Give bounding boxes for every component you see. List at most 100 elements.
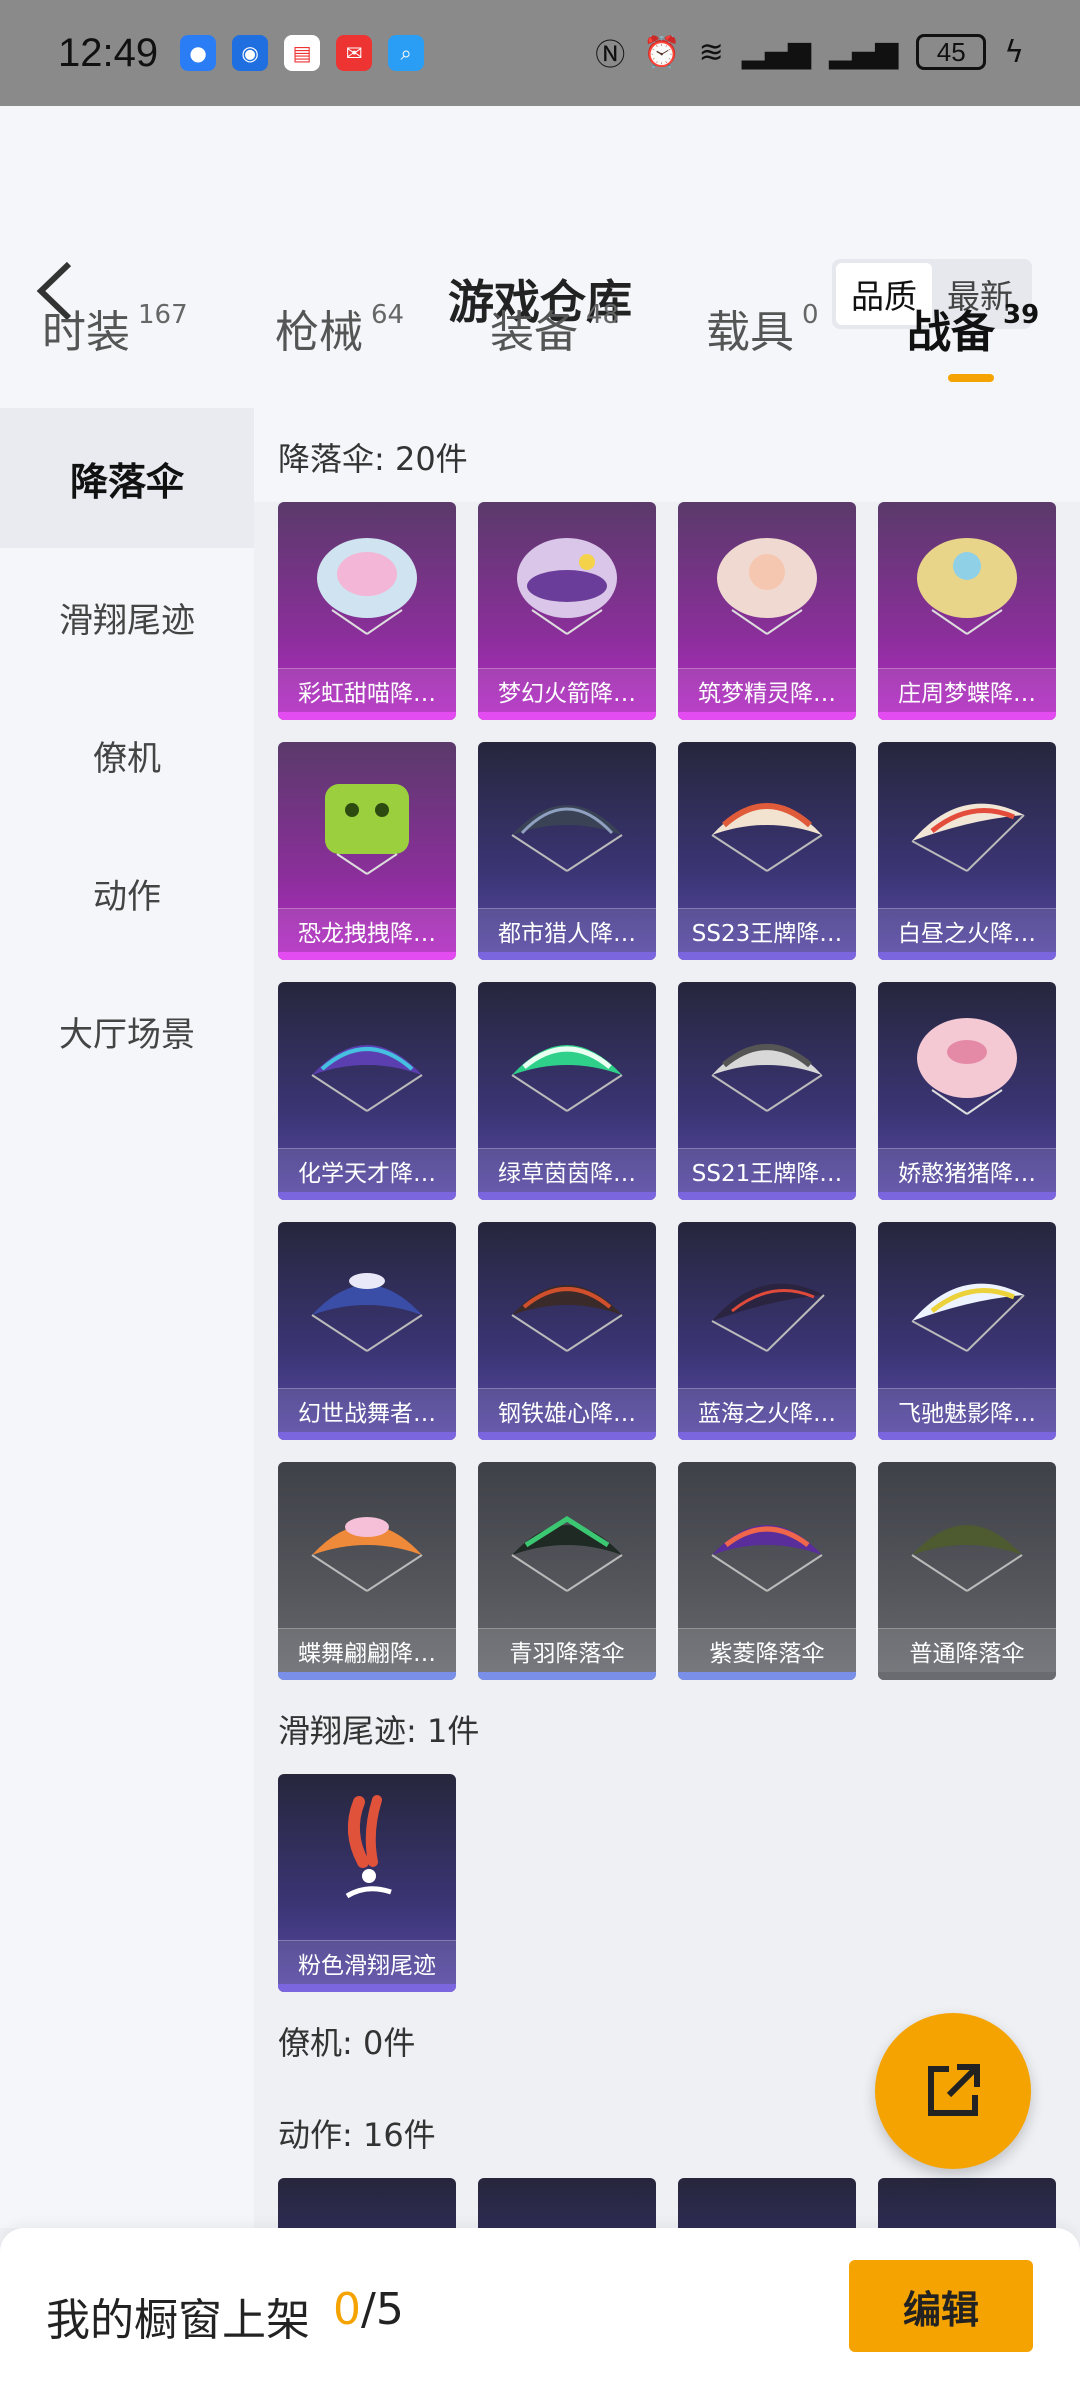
parachute-image — [878, 742, 1056, 908]
item-card[interactable]: SS23王牌降… — [678, 742, 856, 960]
item-name: 梦幻火箭降… — [478, 668, 656, 712]
parachute-image — [678, 1462, 856, 1628]
quality-bar — [878, 952, 1056, 960]
edit-button[interactable]: 编辑 — [849, 2260, 1033, 2352]
parachute-image — [878, 982, 1056, 1148]
item-name: SS21王牌降… — [678, 1148, 856, 1192]
section-title-trails: 滑翔尾迹: 1件 — [278, 1712, 480, 1750]
item-name: 恐龙拽拽降… — [278, 908, 456, 952]
quality-bar — [278, 952, 456, 960]
item-card[interactable]: 筑梦精灵降… — [678, 502, 856, 720]
quality-bar — [278, 1672, 456, 1680]
quality-bar — [478, 712, 656, 720]
tab-label: 战备 — [907, 307, 995, 358]
tab-label: 时装 — [42, 307, 130, 358]
tab-firearms[interactable]: 枪械 64 — [275, 296, 404, 360]
item-card[interactable]: 粉色滑翔尾迹 — [278, 1774, 456, 1992]
parachute-image — [878, 502, 1056, 668]
quality-bar — [278, 1984, 456, 1992]
quality-bar — [278, 1192, 456, 1200]
item-card[interactable]: 恐龙拽拽降… — [278, 742, 456, 960]
item-card[interactable]: 蓝海之火降… — [678, 1222, 856, 1440]
sidebar-item-glide-trail[interactable]: 滑翔尾迹 — [0, 548, 254, 686]
item-card[interactable]: 绿草茵茵降… — [478, 982, 656, 1200]
parachute-image — [478, 1462, 656, 1628]
item-card[interactable]: 钢铁雄心降… — [478, 1222, 656, 1440]
item-card[interactable]: 普通降落伞 — [878, 1462, 1056, 1680]
item-card[interactable] — [478, 2178, 656, 2228]
share-button[interactable] — [875, 2013, 1031, 2169]
system-indicators: Ⓝ ⏰ ≋ ▂▄▆ ▂▄▆ 45 ϟ — [595, 30, 1024, 74]
item-card[interactable]: 幻世战舞者… — [278, 1222, 456, 1440]
item-name: 幻世战舞者… — [278, 1388, 456, 1432]
category-sidebar: 降落伞 滑翔尾迹 僚机 动作 大厅场景 — [0, 408, 254, 2228]
share-external-icon — [928, 2064, 980, 2116]
item-name: 紫菱降落伞 — [678, 1628, 856, 1672]
item-card[interactable]: 都市猎人降… — [478, 742, 656, 960]
item-card[interactable]: 彩虹甜喵降… — [278, 502, 456, 720]
item-name: 普通降落伞 — [878, 1628, 1056, 1672]
sidebar-item-action[interactable]: 动作 — [0, 824, 254, 962]
item-card[interactable]: 蝶舞翩翩降… — [278, 1462, 456, 1680]
item-name: 蓝海之火降… — [678, 1388, 856, 1432]
battery-indicator: 45 — [916, 34, 987, 70]
action-image — [878, 2178, 1056, 2228]
item-name: 筑梦精灵降… — [678, 668, 856, 712]
parachute-image — [678, 502, 856, 668]
quality-bar — [678, 712, 856, 720]
mail-icon: ✉ — [336, 35, 373, 71]
item-card[interactable]: 化学天才降… — [278, 982, 456, 1200]
item-name: 都市猎人降… — [478, 908, 656, 952]
tab-fashion[interactable]: 时装 167 — [42, 296, 188, 360]
tab-equipment[interactable]: 装备 48 — [490, 296, 619, 360]
item-name: 粉色滑翔尾迹 — [278, 1940, 456, 1984]
tab-count: 48 — [586, 300, 620, 330]
item-card[interactable]: 娇憨猪猪降… — [878, 982, 1056, 1200]
showcase-label: 我的橱窗上架 — [46, 2295, 310, 2346]
parachute-image — [478, 982, 656, 1148]
quality-bar — [878, 1192, 1056, 1200]
quality-bar — [478, 952, 656, 960]
item-name: 娇憨猪猪降… — [878, 1148, 1056, 1192]
tab-vehicles[interactable]: 载具 0 — [706, 296, 819, 360]
tab-count: 39 — [1003, 300, 1040, 330]
tab-gear[interactable]: 战备 39 — [907, 296, 1039, 360]
item-name: 庄周梦蝶降… — [878, 668, 1056, 712]
quality-bar — [278, 1432, 456, 1440]
item-card[interactable] — [678, 2178, 856, 2228]
tab-label: 枪械 — [275, 307, 363, 358]
parachute-image — [478, 742, 656, 908]
notification-icons: ● ◉ ▤ ✉ ⌕ — [180, 35, 425, 71]
item-card[interactable]: SS21王牌降… — [678, 982, 856, 1200]
item-card[interactable]: 梦幻火箭降… — [478, 502, 656, 720]
charging-icon: ϟ — [1004, 34, 1024, 70]
action-image — [678, 2178, 856, 2228]
quality-bar — [678, 1672, 856, 1680]
tab-count: 167 — [138, 300, 188, 330]
item-card[interactable] — [278, 2178, 456, 2228]
item-name: 彩虹甜喵降… — [278, 668, 456, 712]
item-card[interactable] — [878, 2178, 1056, 2228]
item-card[interactable]: 紫菱降落伞 — [678, 1462, 856, 1680]
item-name: 青羽降落伞 — [478, 1628, 656, 1672]
message-app-icon: ● — [180, 35, 217, 71]
action-image — [478, 2178, 656, 2228]
item-card[interactable]: 白昼之火降… — [878, 742, 1056, 960]
nfc-icon: Ⓝ — [595, 38, 626, 73]
item-card[interactable]: 青羽降落伞 — [478, 1462, 656, 1680]
parachute-image — [678, 742, 856, 908]
trail-image — [278, 1774, 456, 1940]
signal-icon: ▂▄▆ — [741, 34, 811, 70]
app-store-icon: ◉ — [232, 35, 269, 71]
action-image — [278, 2178, 456, 2228]
section-title-parachutes: 降落伞: 20件 — [278, 440, 468, 478]
parachute-image — [678, 1222, 856, 1388]
tab-label: 载具 — [706, 307, 794, 358]
item-card[interactable]: 飞驰魅影降… — [878, 1222, 1056, 1440]
sidebar-item-parachute[interactable]: 降落伞 — [0, 408, 254, 548]
sidebar-item-wingman[interactable]: 僚机 — [0, 686, 254, 824]
parachute-image — [878, 1222, 1056, 1388]
sidebar-item-lobby-scene[interactable]: 大厅场景 — [0, 962, 254, 1100]
showcase-count-current: 0 — [333, 2284, 361, 2335]
item-card[interactable]: 庄周梦蝶降… — [878, 502, 1056, 720]
